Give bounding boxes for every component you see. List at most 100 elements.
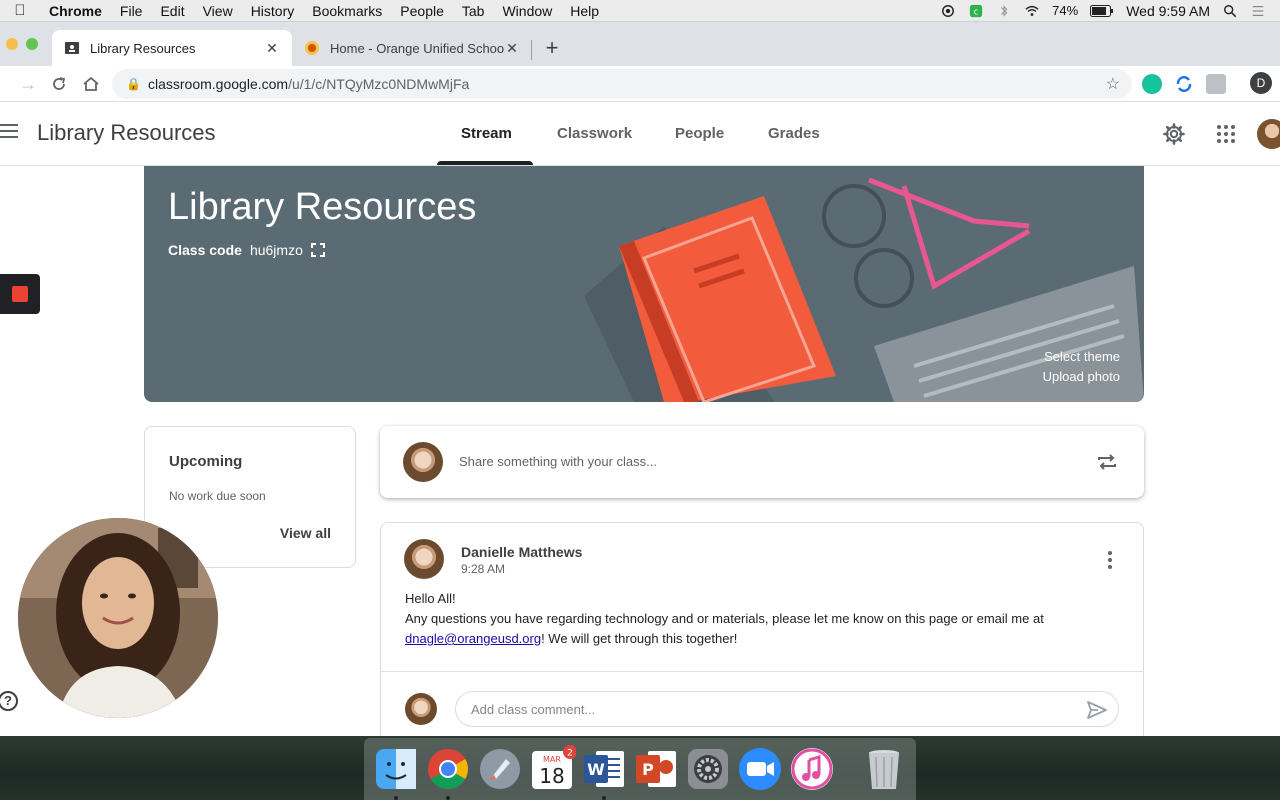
zoom-icon[interactable] <box>736 745 784 793</box>
tab-people[interactable]: People <box>675 125 724 142</box>
classroom-header: Library Resources Stream Classwork Peopl… <box>0 102 1280 166</box>
menu-chrome[interactable]: Chrome <box>40 3 111 19</box>
class-comment-input[interactable]: Add class comment... <box>455 691 1119 727</box>
url-host: classroom.google.com <box>148 76 289 92</box>
class-code-value: hu6jmzo <box>249 242 303 258</box>
tab-title: Home - Orange Unified School <box>330 40 504 56</box>
help-icon[interactable]: ? <box>0 691 18 711</box>
wifi-icon[interactable] <box>1024 4 1040 18</box>
tab-grades[interactable]: Grades <box>768 125 820 142</box>
classroom-favicon-icon <box>65 42 79 54</box>
calendar-icon[interactable]: MAR 18 2 <box>528 745 577 793</box>
announcement-card: Danielle Matthews 9:28 AM Hello All! Any… <box>380 522 1144 762</box>
tab-orange-unified[interactable]: Home - Orange Unified School ✕ <box>292 30 532 66</box>
settings-gear-icon[interactable] <box>1162 122 1186 146</box>
menu-file[interactable]: File <box>111 3 152 19</box>
apps-grid-icon[interactable] <box>1214 122 1238 146</box>
bookmark-star-icon[interactable]: ☆ <box>1106 74 1120 94</box>
fullscreen-icon[interactable] <box>310 243 325 257</box>
svg-text:W: W <box>587 760 605 779</box>
system-preferences-icon[interactable] <box>684 745 732 793</box>
account-avatar[interactable] <box>1257 119 1280 149</box>
author-avatar <box>404 539 444 579</box>
email-link[interactable]: dnagle@orangeusd.org <box>405 631 541 646</box>
address-bar[interactable]: 🔒 classroom.google.com /u/1/c/NTQyMzc0ND… <box>112 69 1132 99</box>
battery-percent: 74% <box>1052 3 1079 18</box>
battery-icon[interactable] <box>1090 4 1114 17</box>
send-icon[interactable] <box>1086 699 1108 721</box>
word-icon[interactable]: W <box>580 745 628 800</box>
home-icon[interactable] <box>82 75 100 93</box>
sync-extension-icon[interactable] <box>1174 74 1194 94</box>
app-status-icon[interactable]: c <box>968 4 984 18</box>
school-favicon-icon <box>305 41 319 55</box>
upcoming-empty-text: No work due soon <box>169 489 266 503</box>
chrome-icon[interactable] <box>424 745 472 800</box>
menu-history[interactable]: History <box>242 3 304 19</box>
reuse-post-icon[interactable] <box>1096 451 1118 473</box>
close-tab-icon[interactable]: ✕ <box>264 40 280 57</box>
post-author: Danielle Matthews <box>461 544 583 560</box>
class-code: Class code hu6jmzo <box>168 242 325 258</box>
reload-icon[interactable] <box>50 75 68 93</box>
active-tab-indicator <box>437 161 533 165</box>
macos-menubar:  Chrome File Edit View History Bookmark… <box>0 0 1280 22</box>
sync-status-icon[interactable] <box>940 4 956 18</box>
more-options-icon[interactable] <box>1107 551 1113 569</box>
menu-view[interactable]: View <box>194 3 242 19</box>
share-with-class-box[interactable]: Share something with your class... <box>380 426 1144 498</box>
calendar-month: MAR <box>543 755 561 764</box>
tab-title: Library Resources <box>90 40 196 56</box>
stop-recording-button[interactable] <box>0 274 40 314</box>
new-tab-button[interactable]: + <box>540 36 564 60</box>
class-title[interactable]: Library Resources <box>37 120 216 146</box>
share-placeholder[interactable]: Share something with your class... <box>459 454 657 469</box>
tab-classwork[interactable]: Classwork <box>557 125 632 142</box>
browser-toolbar: → 🔒 classroom.google.com /u/1/c/NTQyMzc0… <box>0 66 1280 102</box>
view-all-link[interactable]: View all <box>280 525 331 541</box>
upload-photo-link[interactable]: Upload photo <box>1043 367 1120 387</box>
menubar-clock[interactable]: Wed 9:59 AM <box>1126 3 1210 19</box>
webcam-person-image <box>18 518 218 718</box>
main-menu-icon[interactable] <box>0 124 20 140</box>
url-path: /u/1/c/NTQyMzc0NDMwMjFa <box>288 76 470 92</box>
lock-icon[interactable]: 🔒 <box>126 77 141 91</box>
window-minimize-button[interactable] <box>6 38 18 50</box>
post-body: Hello All! Any questions you have regard… <box>405 589 1105 649</box>
launchpad-icon[interactable] <box>476 745 524 793</box>
powerpoint-icon[interactable]: P <box>632 745 680 793</box>
itunes-icon[interactable] <box>788 745 836 793</box>
banner-class-title[interactable]: Library Resources <box>168 186 476 229</box>
bluetooth-icon[interactable] <box>996 4 1012 18</box>
webcam-overlay[interactable] <box>18 518 218 718</box>
trash-icon[interactable] <box>860 745 908 793</box>
post-message-end: dnagle@orangeusd.org! We will get throug… <box>405 629 1105 649</box>
menu-edit[interactable]: Edit <box>151 3 193 19</box>
tab-library-resources[interactable]: Library Resources ✕ <box>52 30 292 66</box>
post-closing: ! We will get through this together! <box>541 631 738 646</box>
select-theme-link[interactable]: Select theme <box>1043 347 1120 367</box>
menu-window[interactable]: Window <box>493 3 561 19</box>
profile-avatar[interactable]: D <box>1250 72 1272 94</box>
extension-gray-icon[interactable] <box>1206 74 1226 94</box>
forward-icon[interactable]: → <box>16 72 40 96</box>
browser-tab-strip: Library Resources ✕ Home - Orange Unifie… <box>0 22 1280 66</box>
menu-help[interactable]: Help <box>561 3 608 19</box>
post-time: 9:28 AM <box>461 562 506 576</box>
post-message: Any questions you have regarding technol… <box>405 611 1044 626</box>
menu-bookmarks[interactable]: Bookmarks <box>303 3 391 19</box>
close-tab-icon[interactable]: ✕ <box>504 40 520 57</box>
menu-people[interactable]: People <box>391 3 453 19</box>
stop-icon <box>12 286 28 302</box>
apple-menu-icon[interactable]:  <box>0 2 40 19</box>
notification-center-icon[interactable] <box>1250 4 1266 18</box>
tab-stream[interactable]: Stream <box>461 125 512 142</box>
calendar-day: 18 <box>539 764 564 788</box>
grammarly-extension-icon[interactable] <box>1142 74 1162 94</box>
menu-tab[interactable]: Tab <box>453 3 494 19</box>
finder-icon[interactable] <box>372 745 420 800</box>
spotlight-search-icon[interactable] <box>1222 4 1238 18</box>
upcoming-heading: Upcoming <box>169 453 243 470</box>
window-zoom-button[interactable] <box>26 38 38 50</box>
class-code-label: Class code <box>168 242 242 258</box>
